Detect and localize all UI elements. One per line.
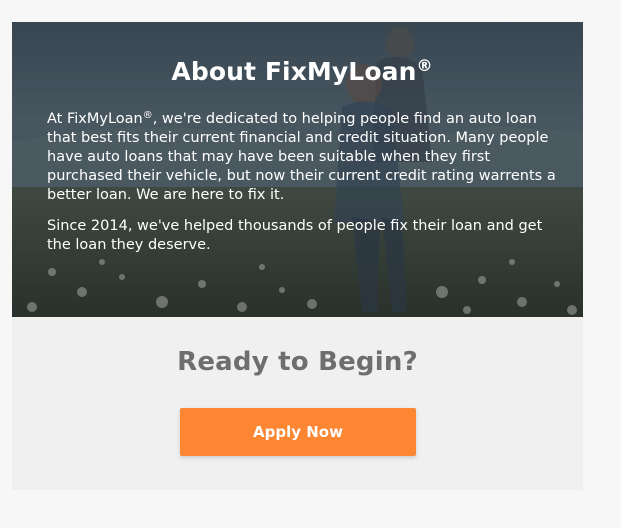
about-title: About FixMyLoan® xyxy=(47,58,557,86)
about-content: About FixMyLoan® At FixMyLoan®, we're de… xyxy=(47,58,557,267)
cta-title: Ready to Begin? xyxy=(177,347,418,377)
registered-mark: ® xyxy=(416,56,433,75)
registered-mark: ® xyxy=(142,109,153,121)
about-paragraph-2: Since 2014, we've helped thousands of pe… xyxy=(47,217,543,253)
about-title-text: About FixMyLoan xyxy=(171,57,417,86)
about-card: About FixMyLoan® At FixMyLoan®, we're de… xyxy=(12,22,583,490)
about-paragraph-1-prefix: At FixMyLoan xyxy=(47,110,143,127)
about-hero: About FixMyLoan® At FixMyLoan®, we're de… xyxy=(12,22,583,317)
about-paragraph-1: At FixMyLoan®, we're dedicated to helpin… xyxy=(47,110,557,205)
apply-now-button[interactable]: Apply Now xyxy=(180,408,416,456)
cta-section: Ready to Begin? Apply Now xyxy=(12,317,583,490)
